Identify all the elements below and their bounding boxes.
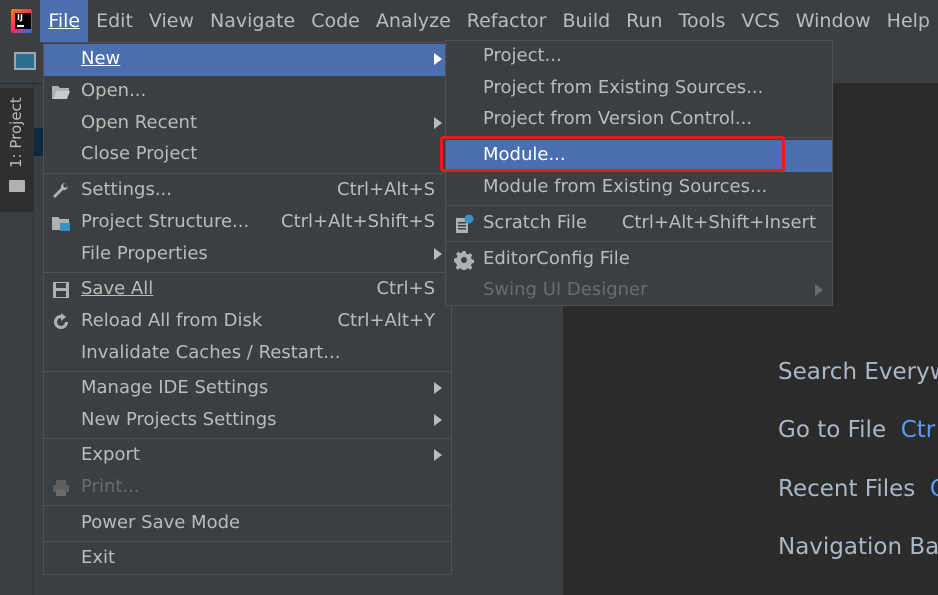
menu-separator: [44, 272, 451, 273]
menu-separator: [44, 371, 451, 372]
reload-icon: [54, 313, 68, 329]
menu-item-reload-all[interactable]: Reload All from Disk Ctrl+Alt+Y: [44, 306, 451, 338]
hint-search-everywhere: Search Everyw: [778, 359, 938, 385]
project-window-icon[interactable]: [14, 52, 36, 70]
menu-item-file-properties[interactable]: File Properties: [44, 239, 451, 271]
menu-tools[interactable]: Tools: [671, 0, 734, 42]
menu-view[interactable]: View: [141, 0, 202, 42]
menu-item-save-all[interactable]: Save All Ctrl+S: [44, 274, 451, 306]
submenu-arrow-icon: [434, 53, 442, 65]
menu-analyze[interactable]: Analyze: [368, 0, 459, 42]
menu-code[interactable]: Code: [303, 0, 368, 42]
menu-navigate[interactable]: Navigate: [202, 0, 303, 42]
open-folder-icon: [52, 86, 70, 99]
submenu-item-project-from-vcs[interactable]: Project from Version Control...: [446, 104, 832, 136]
menu-item-close-project[interactable]: Close Project: [44, 139, 451, 171]
menu-item-exit[interactable]: Exit: [44, 543, 451, 575]
save-icon: [53, 282, 69, 298]
menu-file[interactable]: File: [40, 0, 89, 42]
hint-navigation-bar: Navigation Ba: [778, 534, 938, 560]
project-tool-tab-label: 1: Project: [7, 97, 25, 168]
menu-help[interactable]: Help: [879, 0, 938, 42]
menu-item-power-save-mode[interactable]: Power Save Mode: [44, 508, 451, 540]
menu-build[interactable]: Build: [554, 0, 618, 42]
menu-item-settings[interactable]: Settings... Ctrl+Alt+S: [44, 175, 451, 207]
submenu-arrow-icon: [434, 449, 442, 461]
menu-separator: [44, 173, 451, 174]
hint-recent-files: Recent Files C: [778, 476, 938, 502]
submenu-item-module-from-existing[interactable]: Module from Existing Sources...: [446, 172, 832, 204]
new-submenu: Project... Project from Existing Sources…: [445, 40, 833, 306]
module-highlight-annotation: [440, 136, 785, 172]
wrench-icon: [53, 182, 69, 198]
submenu-arrow-icon: [434, 117, 442, 129]
submenu-arrow-icon: [434, 248, 442, 260]
submenu-item-editorconfig-file[interactable]: EditorConfig File: [446, 244, 832, 276]
menu-item-invalidate-caches[interactable]: Invalidate Caches / Restart...: [44, 338, 451, 370]
menu-item-print: Print...: [44, 472, 451, 504]
file-menu-dropdown: New Open... Open Recent Close Project Se…: [43, 42, 452, 575]
menu-vcs[interactable]: VCS: [733, 0, 787, 42]
scratch-file-icon: [456, 214, 474, 233]
hint-go-to-file: Go to File Ctr: [778, 417, 936, 443]
menu-item-new-projects-settings[interactable]: New Projects Settings: [44, 405, 451, 437]
menu-item-export[interactable]: Export: [44, 440, 451, 472]
submenu-item-project[interactable]: Project...: [446, 41, 832, 73]
printer-icon: [53, 480, 69, 496]
project-structure-icon: [52, 217, 70, 231]
menu-separator: [446, 205, 832, 206]
menu-separator: [44, 438, 451, 439]
hint-go-to-file-key: Ctr: [900, 417, 936, 443]
submenu-item-swing-ui-designer: Swing UI Designer: [446, 275, 832, 307]
hint-recent-files-key: C: [929, 476, 938, 502]
menu-separator: [446, 241, 832, 242]
menu-item-open-recent[interactable]: Open Recent: [44, 108, 451, 140]
submenu-arrow-icon: [815, 284, 823, 296]
menu-item-open[interactable]: Open...: [44, 76, 451, 108]
main-menubar: IJ File Edit View Navigate Code Analyze …: [0, 0, 938, 42]
menu-separator: [44, 541, 451, 542]
folder-icon: [9, 180, 25, 192]
menu-item-manage-ide-settings[interactable]: Manage IDE Settings: [44, 373, 451, 405]
submenu-arrow-icon: [434, 382, 442, 394]
submenu-item-scratch-file[interactable]: Scratch File Ctrl+Alt+Shift+Insert: [446, 208, 832, 240]
submenu-arrow-icon: [434, 414, 442, 426]
menu-refactor[interactable]: Refactor: [459, 0, 555, 42]
menu-item-new[interactable]: New: [44, 44, 451, 76]
menu-separator: [44, 505, 451, 506]
menu-window[interactable]: Window: [788, 0, 879, 42]
gear-icon: [454, 251, 474, 270]
menu-edit[interactable]: Edit: [88, 0, 141, 42]
intellij-logo-icon: IJ: [11, 9, 33, 33]
menu-item-project-structure[interactable]: Project Structure... Ctrl+Alt+Shift+S: [44, 207, 451, 239]
menu-run[interactable]: Run: [618, 0, 670, 42]
submenu-item-project-from-existing[interactable]: Project from Existing Sources...: [446, 73, 832, 105]
